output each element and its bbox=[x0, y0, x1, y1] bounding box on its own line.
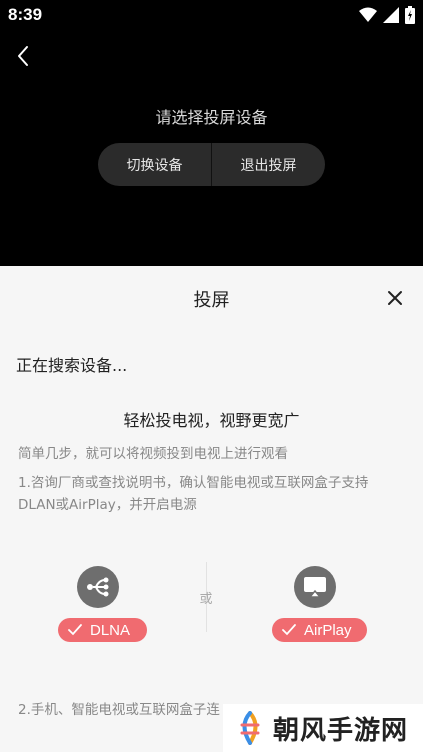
airplay-icon bbox=[294, 566, 336, 608]
watermark-text: 朝风手游网 bbox=[273, 715, 409, 746]
check-icon bbox=[282, 624, 296, 636]
airplay-badge[interactable]: AirPlay bbox=[272, 618, 367, 642]
back-button[interactable] bbox=[12, 44, 36, 68]
close-button[interactable] bbox=[387, 290, 403, 306]
status-time: 8:39 bbox=[8, 5, 43, 24]
dlna-badge[interactable]: DLNA bbox=[58, 618, 147, 642]
step-2-text: 2.手机、智能电视或互联网盒子连 bbox=[18, 702, 220, 718]
wifi-icon bbox=[359, 7, 377, 22]
watermark: 朝风手游网 bbox=[223, 704, 423, 752]
check-icon bbox=[68, 624, 82, 636]
battery-icon bbox=[405, 6, 415, 24]
cast-prompt: 请选择投屏设备 bbox=[155, 108, 268, 127]
hint-text: 简单几步，就可以将视频投到电视上进行观看 bbox=[18, 446, 288, 462]
step-1-text: 1.咨询厂商或查找说明书，确认智能电视或互联网盒子支持DLAN或AirPlay，… bbox=[18, 475, 369, 513]
switch-device-button[interactable]: 切换设备 bbox=[98, 143, 211, 186]
searching-status: 正在搜索设备... bbox=[16, 356, 128, 375]
tagline: 轻松投电视，视野更宽广 bbox=[123, 411, 300, 430]
status-bar: 8:39 bbox=[0, 0, 423, 30]
cast-sheet: 投屏 正在搜索设备... 轻松投电视，视野更宽广 简单几步，就可以将视频投到电视… bbox=[0, 266, 423, 752]
sheet-title: 投屏 bbox=[193, 290, 230, 311]
cast-player-area: 请选择投屏设备 切换设备 退出投屏 bbox=[0, 30, 423, 266]
status-icons bbox=[359, 6, 415, 24]
dlna-label: DLNA bbox=[90, 621, 131, 639]
airplay-label: AirPlay bbox=[304, 621, 352, 639]
protocol-options: 或 DLNA AirPlay bbox=[0, 562, 423, 652]
chevron-left-icon bbox=[18, 46, 28, 66]
close-icon bbox=[388, 291, 402, 305]
exit-cast-button[interactable]: 退出投屏 bbox=[212, 143, 325, 186]
cast-controls: 切换设备 退出投屏 bbox=[98, 143, 325, 186]
watermark-logo-icon bbox=[240, 711, 260, 745]
signal-icon bbox=[383, 7, 399, 23]
or-label: 或 bbox=[199, 592, 213, 607]
